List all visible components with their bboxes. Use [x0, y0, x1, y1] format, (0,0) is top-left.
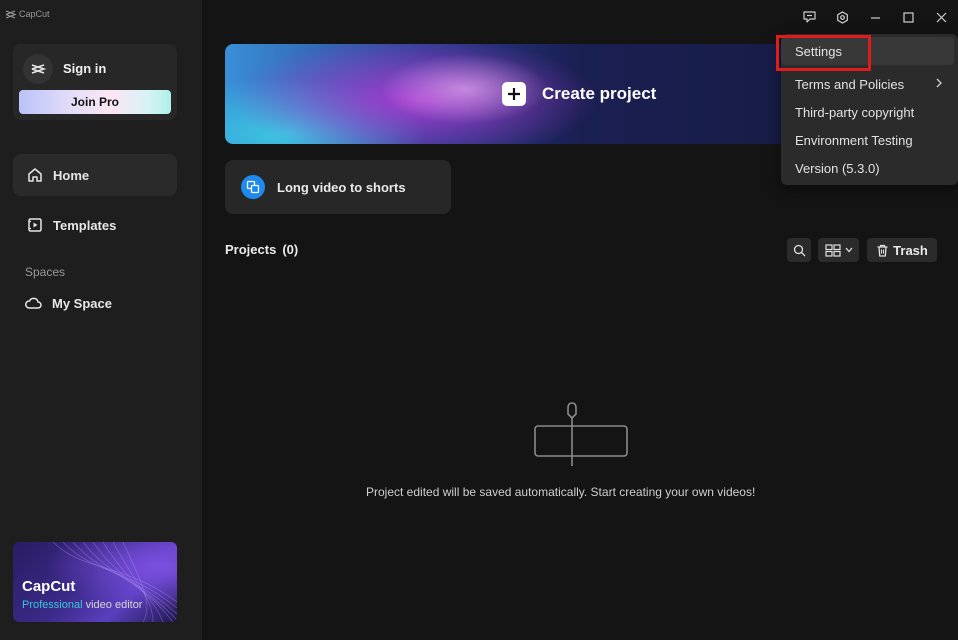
- promo-subtitle-accent: Professional: [22, 599, 83, 611]
- projects-heading: Projects (0): [225, 242, 298, 257]
- templates-icon: [28, 218, 42, 232]
- minimize-icon: [871, 16, 880, 19]
- window-controls: [793, 8, 958, 26]
- sidebar-item-label: Home: [53, 167, 90, 183]
- sidebar-item-home[interactable]: Home: [13, 154, 177, 196]
- feedback-button[interactable]: [793, 8, 826, 26]
- empty-state-message: Project edited will be saved automatical…: [366, 485, 756, 499]
- trash-label: Trash: [893, 242, 928, 258]
- chevron-right-icon: [936, 78, 942, 88]
- shorts-icon: [241, 175, 265, 199]
- projects-count: (0): [282, 242, 299, 257]
- avatar[interactable]: [23, 54, 53, 84]
- minimize-button[interactable]: [859, 8, 892, 26]
- sidebar-item-label: Templates: [53, 217, 117, 233]
- chevron-down-icon: [845, 247, 852, 253]
- sidebar-item-label: My Space: [52, 295, 112, 311]
- promo-banner[interactable]: CapCut Professional video editor: [13, 542, 177, 622]
- maximize-icon: [903, 11, 914, 23]
- long-video-to-shorts-button[interactable]: Long video to shorts: [225, 160, 451, 214]
- grid-view-icon: [824, 243, 841, 257]
- menu-item-version[interactable]: Version (5.3.0): [795, 161, 880, 176]
- create-project-banner[interactable]: Create project: [225, 44, 815, 144]
- promo-subtitle: Professional video editor: [22, 599, 142, 611]
- promo-title: CapCut: [22, 578, 76, 595]
- settings-menu-button[interactable]: [826, 8, 859, 26]
- app-brand-label: CapCut: [19, 9, 50, 19]
- view-mode-dropdown[interactable]: [818, 238, 859, 262]
- join-pro-button[interactable]: Join Pro: [19, 90, 171, 114]
- promo-subtitle-rest: video editor: [82, 599, 143, 611]
- create-project-label: Create project: [542, 84, 657, 103]
- empty-timeline-icon: [534, 402, 628, 466]
- close-button[interactable]: [925, 8, 958, 26]
- capcut-logo-icon: [5, 9, 16, 19]
- capcut-avatar-icon: [31, 64, 46, 74]
- app-brand: CapCut: [5, 9, 50, 19]
- settings-gear-icon: [837, 10, 848, 24]
- projects-title: Projects: [225, 242, 277, 257]
- sign-in-button[interactable]: Sign in: [63, 61, 106, 76]
- menu-item-third-party-copyright[interactable]: Third-party copyright: [795, 105, 914, 120]
- settings-highlight-box: [776, 35, 871, 71]
- trash-button[interactable]: Trash: [867, 238, 937, 262]
- plus-icon: [502, 82, 526, 106]
- cloud-icon: [25, 297, 42, 309]
- long-video-to-shorts-label: Long video to shorts: [277, 179, 406, 195]
- sidebar-item-templates[interactable]: Templates: [13, 204, 177, 246]
- spaces-heading: Spaces: [25, 265, 66, 279]
- feedback-icon: [803, 11, 816, 23]
- search-icon: [793, 244, 805, 256]
- menu-item-environment-testing[interactable]: Environment Testing: [795, 133, 913, 148]
- trash-icon: [877, 244, 888, 257]
- sidebar-item-my-space[interactable]: My Space: [13, 282, 177, 324]
- search-projects-button[interactable]: [787, 238, 811, 262]
- sidebar: CapCut Sign in Join Pro Home Templates S…: [0, 0, 202, 640]
- menu-item-terms-and-policies[interactable]: Terms and Policies: [795, 77, 904, 92]
- home-icon: [28, 168, 42, 182]
- create-project-content: Create project: [502, 82, 656, 106]
- close-icon: [936, 12, 947, 22]
- maximize-button[interactable]: [892, 8, 925, 26]
- account-card: Sign in Join Pro: [13, 44, 177, 120]
